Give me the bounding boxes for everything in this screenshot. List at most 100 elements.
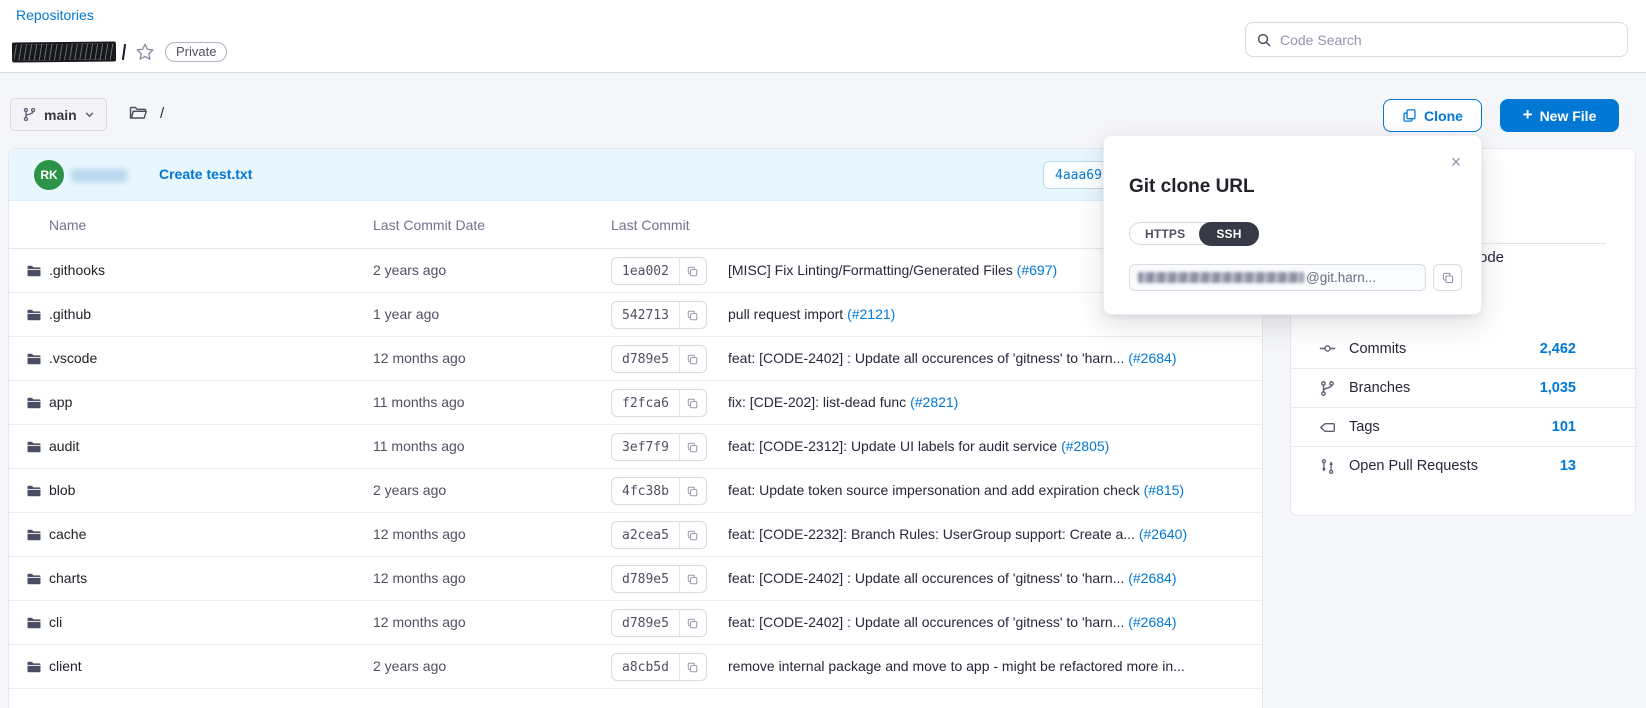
new-file-button-label: New File xyxy=(1540,108,1597,124)
copy-icon xyxy=(686,573,699,586)
last-commit-date: 2 years ago xyxy=(373,658,446,674)
copy-sha-button[interactable] xyxy=(680,654,706,680)
commit-sha-chip[interactable]: a2cea5 xyxy=(611,521,707,549)
repo-name-redacted-tail xyxy=(122,44,126,60)
commit-sha-chip[interactable]: d789e5 xyxy=(611,345,707,373)
branch-icon xyxy=(1319,380,1336,397)
file-name: .githooks xyxy=(49,262,105,278)
pr-link[interactable]: (#697) xyxy=(1017,262,1057,278)
pr-link[interactable]: (#2821) xyxy=(910,394,958,410)
clone-url-suffix: @git.harn... xyxy=(1306,270,1376,285)
copy-sha-button[interactable] xyxy=(680,522,706,548)
repo-stat-row[interactable]: Commits 2,462 xyxy=(1291,329,1637,368)
commit-sha-chip[interactable]: a8cb5d xyxy=(611,653,707,681)
toggle-ssh[interactable]: SSH xyxy=(1199,222,1258,246)
commit-sha-chip[interactable]: 4fc38b xyxy=(611,477,707,505)
pr-link[interactable]: (#2805) xyxy=(1061,438,1109,454)
commit-sha: a2cea5 xyxy=(612,522,679,548)
code-search[interactable] xyxy=(1245,22,1628,57)
table-row[interactable]: .vscode 12 months ago d789e5 feat: [CODE… xyxy=(9,337,1262,381)
clone-url-input[interactable]: @git.harn... xyxy=(1129,264,1426,291)
clipped-summary-text: ode xyxy=(1479,249,1504,266)
copy-url-button[interactable] xyxy=(1433,264,1462,291)
stat-value: 13 xyxy=(1560,458,1576,474)
pr-link[interactable]: (#2684) xyxy=(1128,350,1176,366)
stat-value: 2,462 xyxy=(1540,341,1576,357)
copy-sha-button[interactable] xyxy=(680,390,706,416)
repo-stats-list: Commits 2,462 Branches 1,035 Tags 101 Op… xyxy=(1291,329,1637,485)
folder-icon xyxy=(26,615,42,636)
repo-stat-row[interactable]: Tags 101 xyxy=(1291,407,1637,446)
repo-title-row: Private xyxy=(12,40,227,64)
copy-sha-button[interactable] xyxy=(680,434,706,460)
table-row[interactable]: cli 12 months ago d789e5 feat: [CODE-240… xyxy=(9,601,1262,645)
table-row[interactable]: app 11 months ago f2fca6 fix: [CDE-202]:… xyxy=(9,381,1262,425)
last-commit-date: 11 months ago xyxy=(373,394,465,410)
page-header: Repositories Private xyxy=(0,0,1646,73)
folder-icon xyxy=(26,395,42,416)
table-row[interactable]: charts 12 months ago d789e5 feat: [CODE-… xyxy=(9,557,1262,601)
table-row[interactable]: audit 11 months ago 3ef7f9 feat: [CODE-2… xyxy=(9,425,1262,469)
repo-stat-row[interactable]: Branches 1,035 xyxy=(1291,368,1637,407)
pr-link[interactable]: (#2121) xyxy=(847,306,895,322)
copy-sha-button[interactable] xyxy=(680,258,706,284)
pr-link[interactable]: (#2640) xyxy=(1139,526,1187,542)
commit-sha-chip[interactable]: f2fca6 xyxy=(611,389,707,417)
toggle-https[interactable]: HTTPS xyxy=(1130,224,1200,244)
stat-value: 1,035 xyxy=(1540,380,1576,396)
last-commit-date: 12 months ago xyxy=(373,614,466,630)
new-file-button[interactable]: + New File xyxy=(1500,99,1619,132)
copy-sha-button[interactable] xyxy=(680,478,706,504)
column-header-name: Name xyxy=(49,217,86,233)
stat-value: 101 xyxy=(1552,419,1576,435)
branch-selector[interactable]: main xyxy=(10,98,107,131)
breadcrumb-repositories[interactable]: Repositories xyxy=(16,7,94,23)
table-row[interactable]: cache 12 months ago a2cea5 feat: [CODE-2… xyxy=(9,513,1262,557)
commit-sha-chip[interactable]: d789e5 xyxy=(611,609,707,637)
pr-link[interactable]: (#815) xyxy=(1144,482,1184,498)
repo-stat-row[interactable]: Open Pull Requests 13 xyxy=(1291,446,1637,485)
last-commit-date: 12 months ago xyxy=(373,570,466,586)
latest-commit-message-link[interactable]: Create test.txt xyxy=(159,166,252,182)
commit-sha-chip[interactable]: 542713 xyxy=(611,301,707,329)
copy-sha-button[interactable] xyxy=(680,302,706,328)
commit-sha: d789e5 xyxy=(612,610,679,636)
pr-link[interactable]: (#2684) xyxy=(1128,614,1176,630)
copy-icon xyxy=(686,309,699,322)
search-input[interactable] xyxy=(1280,32,1617,48)
pr-link[interactable]: (#2684) xyxy=(1128,570,1176,586)
close-icon[interactable]: × xyxy=(1444,150,1468,174)
copy-icon xyxy=(686,265,699,278)
commit-message: feat: [CODE-2232]: Branch Rules: UserGro… xyxy=(728,526,1187,542)
commit-message: fix: [CDE-202]: list-dead func (#2821) xyxy=(728,394,958,410)
copy-icon xyxy=(1441,271,1455,285)
file-name: client xyxy=(49,658,82,674)
last-commit-date: 2 years ago xyxy=(373,262,446,278)
table-row[interactable]: .githooks 2 years ago 1ea002 [MISC] Fix … xyxy=(9,249,1262,293)
column-header-date: Last Commit Date xyxy=(373,217,485,233)
commit-sha-chip[interactable]: 1ea002 xyxy=(611,257,707,285)
clone-button[interactable]: Clone xyxy=(1383,99,1482,132)
folder-icon xyxy=(26,351,42,372)
table-row[interactable]: .github 1 year ago 542713 pull request i… xyxy=(9,293,1262,337)
repo-files-page: Repositories Private main xyxy=(0,0,1646,680)
folder-icon xyxy=(26,483,42,504)
table-row[interactable]: client 2 years ago a8cb5d remove interna… xyxy=(9,645,1262,689)
last-commit-date: 12 months ago xyxy=(373,526,466,542)
commit-sha: d789e5 xyxy=(612,346,679,372)
commit-sha-chip[interactable]: d789e5 xyxy=(611,565,707,593)
path-root-link[interactable]: / xyxy=(160,105,164,122)
stat-label: Branches xyxy=(1349,380,1410,396)
copy-sha-button[interactable] xyxy=(680,566,706,592)
commit-sha: a8cb5d xyxy=(612,654,679,680)
chevron-down-icon xyxy=(84,109,95,120)
folder-icon xyxy=(26,527,42,548)
favorite-star-icon[interactable] xyxy=(134,41,156,63)
file-name: audit xyxy=(49,438,79,454)
commit-sha-chip[interactable]: 3ef7f9 xyxy=(611,433,707,461)
copy-sha-button[interactable] xyxy=(680,346,706,372)
commit-sha: 4fc38b xyxy=(612,478,679,504)
commit-message: feat: [CODE-2312]: Update UI labels for … xyxy=(728,438,1109,454)
copy-sha-button[interactable] xyxy=(680,610,706,636)
table-row[interactable]: blob 2 years ago 4fc38b feat: Update tok… xyxy=(9,469,1262,513)
